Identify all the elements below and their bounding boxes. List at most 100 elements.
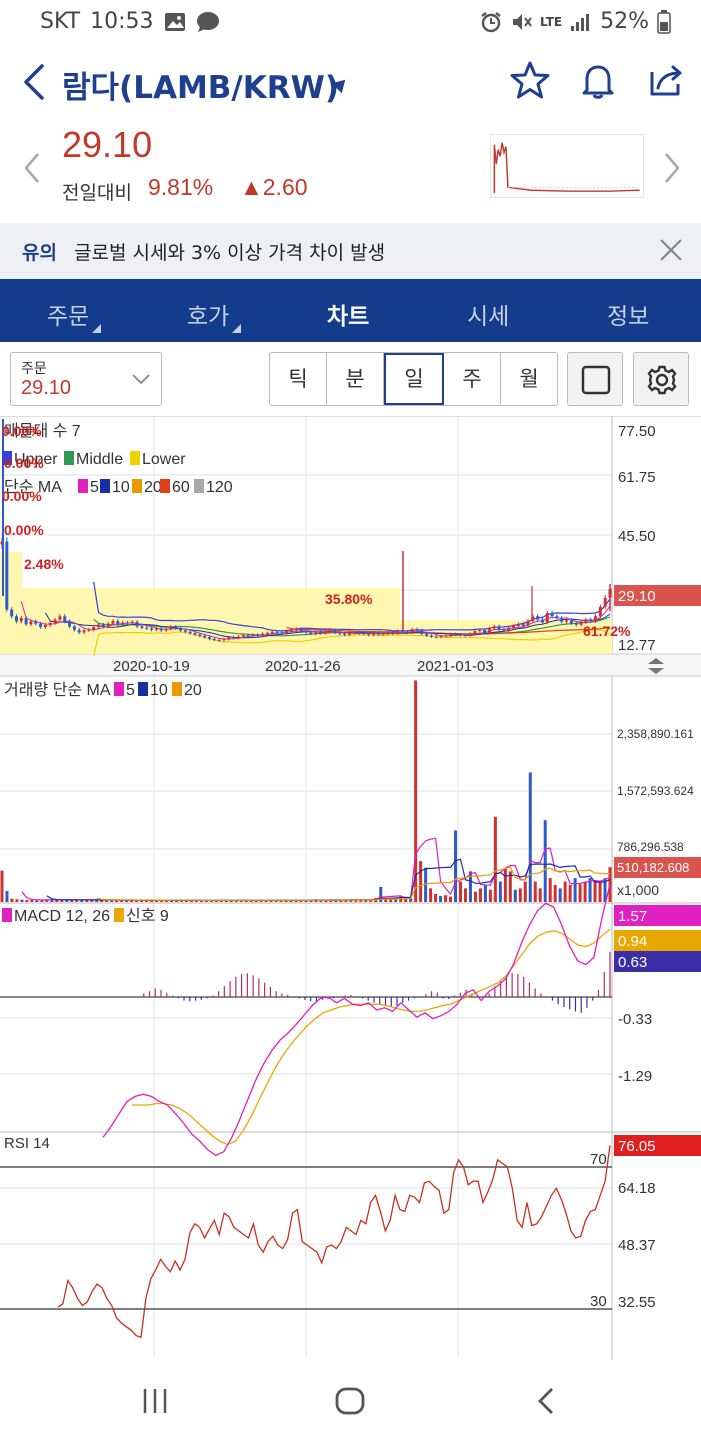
prev-coin-chevron-icon[interactable] (20, 150, 44, 186)
candle-body (39, 623, 43, 628)
vp-label-0: 0.00% (2, 423, 42, 439)
vp-label-4: 2.48% (24, 556, 64, 572)
legend-ma5: 5 (90, 479, 99, 496)
recent-apps-icon[interactable] (140, 1386, 170, 1416)
tab-orderbook[interactable]: 호가 (187, 297, 242, 333)
chart-settings-button[interactable] (633, 352, 689, 406)
battery-icon (657, 9, 671, 34)
coin-title[interactable]: 람다(LAMB/KRW) (62, 62, 339, 107)
candle-body (164, 629, 168, 631)
candle-body (352, 632, 356, 634)
fullscreen-button[interactable] (567, 352, 623, 406)
candle-body (497, 626, 501, 630)
candle-body (347, 633, 351, 635)
candle-body (63, 616, 67, 622)
candle-body (106, 623, 110, 627)
submenu-indicator-icon (92, 324, 102, 333)
mini-sparkline (490, 134, 644, 198)
current-price: 29.10 (62, 124, 153, 165)
candle-body (521, 624, 525, 626)
volume-bar (583, 881, 587, 902)
volume-bar (10, 898, 14, 902)
candle-body (241, 635, 245, 637)
next-coin-chevron-icon[interactable] (660, 150, 684, 186)
tab-chart[interactable]: 차트 (327, 297, 369, 331)
candle-body (545, 612, 549, 623)
legend-ma120: 120 (206, 479, 233, 496)
volume-bar (598, 881, 602, 902)
volume-bar (80, 900, 84, 902)
rsi-threshold-70: 70 (590, 1151, 607, 1168)
rsi-title: RSI 14 (4, 1135, 50, 1152)
candle-body (116, 620, 120, 625)
macd-signal-line (132, 928, 611, 1146)
candle-body (478, 630, 482, 632)
volume-bar (15, 899, 19, 902)
candle-body (179, 628, 183, 631)
candle-body (193, 633, 197, 635)
volume-bar (20, 899, 24, 902)
share-icon[interactable] (646, 60, 686, 100)
candle-body (130, 622, 134, 624)
candle-body (425, 633, 429, 636)
period-tick-button[interactable]: 틱 (270, 353, 327, 405)
volume-bar (444, 895, 448, 902)
chart-canvas[interactable]: 매물대 수 7 Upper Middle Lower 단순 MA 5 10 20… (0, 416, 701, 1360)
x-tick-2: 2021-01-03 (417, 658, 494, 675)
candle-body (410, 629, 414, 633)
favorite-star-icon[interactable] (510, 60, 550, 100)
candle-body (125, 622, 129, 624)
candle-body (376, 633, 380, 635)
tab-info[interactable]: 정보 (607, 297, 649, 331)
rsi-tick-0: 64.18 (618, 1180, 656, 1197)
chart-area[interactable]: 매물대 수 7 Upper Middle Lower 단순 MA 5 10 20… (0, 416, 701, 1360)
candle-body (511, 626, 515, 628)
tab-quotes[interactable]: 시세 (467, 297, 509, 331)
candle-body (507, 627, 511, 631)
order-type-select[interactable]: 주문 29.10 (10, 352, 162, 406)
candle-body (429, 635, 433, 637)
candle-body (468, 633, 472, 636)
volume-bar (483, 884, 487, 902)
candle-body (565, 620, 569, 622)
candle-body (97, 624, 101, 628)
network-label: LTE (540, 14, 563, 29)
tab-chart-label: 차트 (327, 304, 370, 330)
candle-body (265, 633, 269, 635)
system-back-icon[interactable] (536, 1386, 556, 1416)
tab-info-label: 정보 (607, 304, 650, 330)
period-week-button[interactable]: 주 (444, 353, 501, 405)
candle-body (19, 617, 23, 622)
tab-order[interactable]: 주문 (47, 297, 102, 333)
candle-body (594, 616, 598, 621)
candle-body (449, 634, 453, 636)
candle-body (222, 639, 226, 641)
volume-bar (115, 900, 119, 902)
price-tick-2: 45.50 (618, 528, 656, 545)
back-arrow-icon[interactable] (20, 62, 50, 102)
volume-bar (548, 878, 552, 902)
home-icon[interactable] (334, 1386, 366, 1416)
close-icon[interactable] (656, 235, 686, 265)
candle-body (502, 629, 506, 631)
period-month-button[interactable]: 월 (501, 353, 557, 405)
volume-bar (488, 889, 492, 902)
legend-middle: Middle (76, 451, 123, 468)
candle-body (526, 620, 530, 626)
rsi-threshold-30: 30 (590, 1293, 607, 1310)
volume-panel-legend: 거래량 단순 MA 5 10 20 (4, 681, 202, 699)
period-minute-button[interactable]: 분 (327, 353, 384, 405)
legend-ma20: 20 (144, 479, 162, 496)
price-tick-0: 77.50 (618, 423, 656, 440)
chart-controls: 주문 29.10 틱 분 일 주 월 (0, 342, 701, 416)
candle-body (473, 631, 477, 634)
legend-ma10: 10 (112, 479, 130, 496)
volume-bar (5, 891, 9, 902)
x-tick-1: 2020-11-26 (265, 658, 341, 675)
macd-last-value: 1.57 (618, 908, 647, 925)
section-tabs: 주문 호가 차트 시세 정보 (0, 279, 701, 342)
alarm-bell-icon[interactable] (578, 60, 618, 100)
candle-body (72, 626, 76, 630)
period-day-button[interactable]: 일 (384, 353, 444, 405)
candle-body (574, 623, 578, 625)
